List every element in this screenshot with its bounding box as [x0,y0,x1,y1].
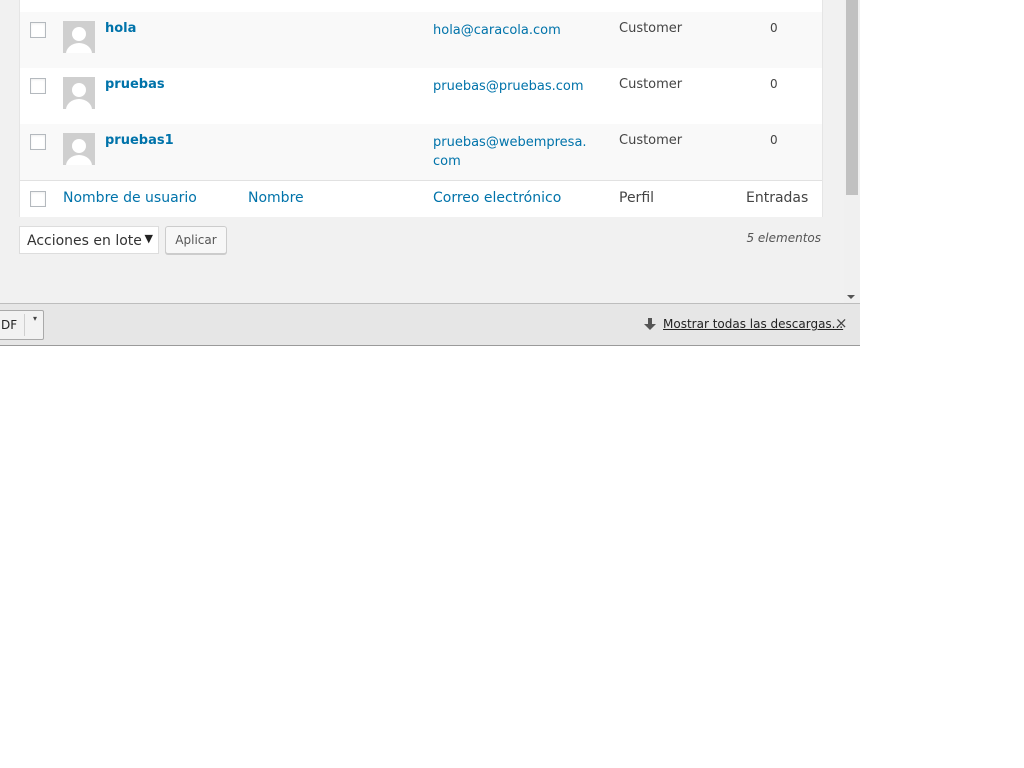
table-row: pruebas pruebas@pruebas.com Customer 0 [20,68,822,124]
avatar [63,133,95,165]
posts-count: 0 [770,77,778,91]
scrollbar-thumb[interactable] [846,0,858,195]
download-item[interactable]: DF ▾ [0,310,44,340]
posts-count: 0 [770,21,778,35]
bulk-actions-selected: Acciones en lote [27,233,142,249]
caret-down-icon: ▼ [144,232,153,245]
bulk-actions-select[interactable]: Acciones en lote ▼ [19,226,159,254]
email-link[interactable]: pruebas@pruebas.com [433,77,593,96]
default-avatar-icon [66,83,92,109]
role-cell: Customer [619,77,683,92]
previous-row-remnant [20,0,822,12]
download-item-label: DF [1,318,18,332]
default-avatar-icon [66,139,92,165]
show-all-downloads-link[interactable]: Mostrar todas las descargas... [663,317,843,331]
wp-admin-users-page: hola hola@caracola.com Customer 0 prueba… [0,0,844,303]
column-role: Perfil [619,190,655,206]
role-cell: Customer [619,21,683,36]
posts-count: 0 [770,133,778,147]
download-item-divider [24,314,25,336]
table-row: pruebas1 pruebas@webempresa.com Customer… [20,124,822,180]
table-row: hola hola@caracola.com Customer 0 [20,12,822,68]
downloads-bar: DF ▾ Mostrar todas las descargas... × [0,303,860,346]
row-checkbox[interactable] [30,78,46,94]
download-arrow-icon [644,318,656,330]
apply-button[interactable]: Aplicar [165,226,227,254]
item-count: 5 elementos [746,231,821,245]
email-link[interactable]: pruebas@webempresa.com [433,133,593,171]
download-menu-chevron-icon[interactable]: ▾ [33,314,37,323]
row-checkbox[interactable] [30,134,46,150]
email-link[interactable]: hola@caracola.com [433,21,593,40]
avatar [63,77,95,109]
users-table: hola hola@caracola.com Customer 0 prueba… [19,0,823,217]
avatar [63,21,95,53]
table-footer-header: Nombre de usuario Nombre Correo electrón… [20,180,822,217]
sort-username[interactable]: Nombre de usuario [63,190,197,206]
row-checkbox[interactable] [30,22,46,38]
username-link[interactable]: pruebas [105,77,165,92]
page-scrollbar[interactable] [844,0,860,303]
sort-name[interactable]: Nombre [248,190,304,206]
column-posts: Entradas [746,190,809,206]
scroll-down-arrow-icon[interactable] [847,295,855,299]
default-avatar-icon [66,27,92,53]
username-link[interactable]: hola [105,21,136,36]
username-link[interactable]: pruebas1 [105,133,174,148]
browser-viewport: hola hola@caracola.com Customer 0 prueba… [0,0,860,347]
role-cell: Customer [619,133,683,148]
select-all-checkbox[interactable] [30,191,46,207]
close-downloads-bar-icon[interactable]: × [835,314,848,332]
sort-email[interactable]: Correo electrónico [433,190,561,206]
